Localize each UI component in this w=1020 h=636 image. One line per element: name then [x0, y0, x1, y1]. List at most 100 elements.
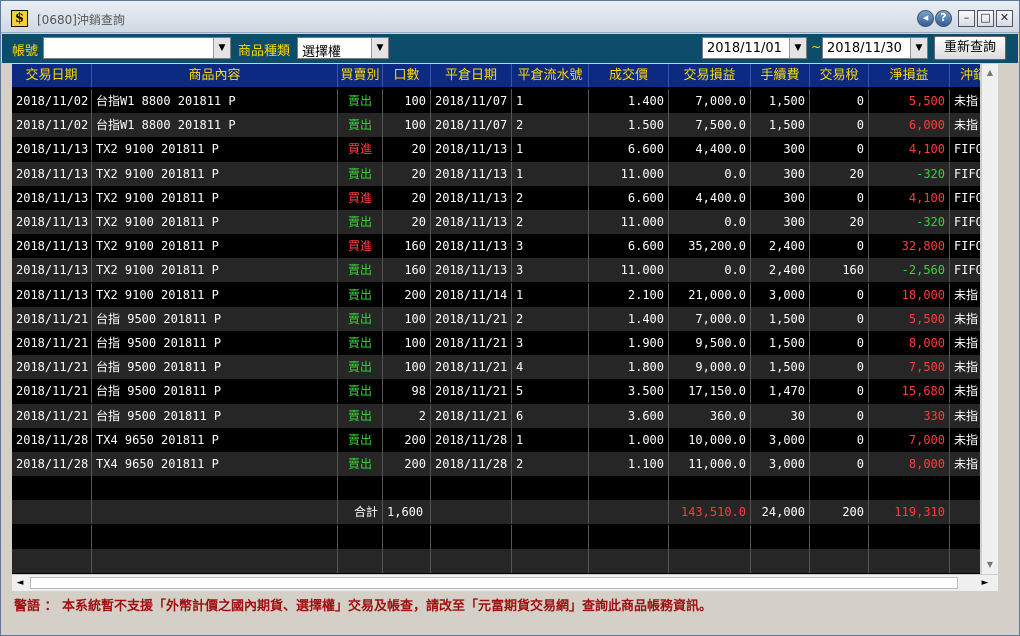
offset-grid: 交易日期商品內容買賣別口數平倉日期平倉流水號成交價交易損益手續費交易稅淨損益沖銷… — [12, 64, 980, 574]
table-row[interactable]: 2018/11/28 TX4 9650 201811 P 賣出 200 2018/11/… — [12, 452, 980, 476]
product-type-select[interactable]: 選擇權 ▼ — [297, 37, 389, 60]
cell-tax — [810, 476, 869, 501]
chevron-down-icon[interactable]: ▼ — [789, 38, 806, 58]
header-trade-date[interactable]: 交易日期 — [12, 64, 92, 87]
table-row[interactable]: 2018/11/13 TX2 9100 201811 P 賣出 160 2018/11/… — [12, 258, 980, 283]
scroll-thumb[interactable] — [30, 577, 958, 589]
cell-fee: 1,500 — [751, 331, 810, 355]
table-row[interactable]: 2018/11/13 TX2 9100 201811 P 賣出 20 2018/11/1… — [12, 210, 980, 234]
scroll-right-icon[interactable]: ► — [977, 575, 993, 591]
help-icon[interactable]: ? — [935, 10, 952, 27]
cell-trade-date — [12, 500, 92, 525]
table-row[interactable]: 2018/11/13 TX2 9100 201811 P 買進 20 2018/11/1… — [12, 137, 980, 162]
cell-close-date — [431, 500, 512, 525]
cell-trade-date: 2018/11/13 — [12, 258, 92, 283]
header-side[interactable]: 買賣別 — [338, 64, 383, 87]
table-row[interactable]: 2018/11/21 台指 9500 201811 P 賣出 98 2018/11/21… — [12, 379, 980, 404]
header-close-date[interactable]: 平倉日期 — [431, 64, 512, 87]
table-row[interactable] — [12, 548, 980, 573]
cell-side: 賣出 — [338, 210, 383, 234]
header-tax[interactable]: 交易稅 — [810, 64, 869, 87]
table-row[interactable]: 2018/11/13 TX2 9100 201811 P 買進 160 2018/11/… — [12, 234, 980, 259]
cell-trade-date: 2018/11/13 — [12, 137, 92, 162]
cell-close-date: 2018/11/07 — [431, 89, 512, 113]
cell-net-pnl: 7,500 — [869, 355, 950, 380]
table-row[interactable]: 2018/11/21 台指 9500 201811 P 賣出 2 2018/11/21 6… — [12, 403, 980, 428]
cell-close-serial: 2 — [512, 113, 589, 138]
horizontal-scrollbar[interactable]: ◄ ► — [12, 574, 998, 591]
filter-toolbar: 帳號 ▼ 商品種類 選擇權 ▼ 2018/11/01 ▼ ~ 2018/11/3… — [2, 34, 1018, 63]
cell-trade-pnl: 360.0 — [669, 403, 751, 428]
header-trade-pnl[interactable]: 交易損益 — [669, 64, 751, 87]
table-row[interactable] — [12, 524, 980, 549]
header-qty[interactable]: 口數 — [383, 64, 431, 87]
cell-price — [589, 548, 669, 573]
dollar-icon: $ — [11, 10, 28, 27]
cell-qty: 100 — [383, 355, 431, 380]
header-close-serial[interactable]: 平倉流水號 — [512, 64, 589, 87]
close-icon[interactable]: ✕ — [996, 10, 1013, 27]
maximize-icon[interactable]: □ — [977, 10, 994, 27]
chevron-down-icon[interactable]: ▼ — [213, 38, 230, 58]
date-from-picker[interactable]: 2018/11/01 ▼ — [702, 37, 807, 59]
cell-offset-type — [950, 476, 980, 500]
table-row[interactable]: 2018/11/13 TX2 9100 201811 P 買進 20 2018/11/1… — [12, 185, 980, 210]
cell-offset-type — [950, 500, 980, 524]
table-row[interactable]: 2018/11/13 TX2 9100 201811 P 賣出 200 2018/11/… — [12, 282, 980, 307]
cell-product: TX2 9100 201811 P — [92, 258, 338, 283]
cell-trade-pnl: 0.0 — [669, 210, 751, 234]
cell-price: 1.000 — [589, 427, 669, 452]
cell-trade-date: 2018/11/02 — [12, 113, 92, 138]
cell-trade-pnl: 4,400.0 — [669, 137, 751, 162]
back-icon[interactable]: ◂ — [917, 10, 934, 27]
scroll-left-icon[interactable]: ◄ — [12, 575, 28, 591]
scroll-up-icon[interactable]: ▲ — [982, 64, 998, 81]
minimize-icon[interactable]: – — [958, 10, 975, 27]
date-to-picker[interactable]: 2018/11/30 ▼ — [822, 37, 928, 59]
table-row[interactable]: 2018/11/21 台指 9500 201811 P 賣出 100 2018/11/2… — [12, 331, 980, 355]
header-offset-type[interactable]: 沖銷類 — [950, 64, 980, 87]
date-to-value: 2018/11/30 — [827, 41, 902, 56]
cell-product: 台指W1 8800 201811 P — [92, 89, 338, 113]
cell-qty: 20 — [383, 161, 431, 186]
cell-product: TX4 9650 201811 P — [92, 427, 338, 452]
cell-tax — [810, 524, 869, 549]
cell-qty — [383, 548, 431, 573]
table-row[interactable]: 合計 1,600 143,510.0 24,000 200 119,310 — [12, 500, 980, 525]
table-row[interactable]: 2018/11/02 台指W1 8800 201811 P 賣出 100 2018/11… — [12, 113, 980, 138]
cell-price: 2.100 — [589, 282, 669, 307]
header-net-pnl[interactable]: 淨損益 — [869, 64, 950, 87]
cell-price: 1.400 — [589, 306, 669, 331]
table-row[interactable]: 2018/11/21 台指 9500 201811 P 賣出 100 2018/11/2… — [12, 355, 980, 380]
table-row[interactable]: 2018/11/28 TX4 9650 201811 P 賣出 200 2018/11/… — [12, 427, 980, 452]
vertical-scrollbar[interactable]: ▲ ▼ — [981, 64, 998, 574]
cell-fee: 300 — [751, 210, 810, 234]
cell-qty: 100 — [383, 113, 431, 138]
chevron-down-icon[interactable]: ▼ — [910, 38, 927, 58]
table-row[interactable]: 2018/11/21 台指 9500 201811 P 賣出 100 2018/11/2… — [12, 306, 980, 331]
cell-fee: 2,400 — [751, 258, 810, 283]
cell-close-date: 2018/11/28 — [431, 427, 512, 452]
requery-button[interactable]: 重新查詢 — [934, 36, 1006, 60]
account-select[interactable]: ▼ — [43, 37, 231, 59]
cell-close-date: 2018/11/13 — [431, 161, 512, 186]
cell-close-serial: 3 — [512, 234, 589, 259]
table-row[interactable]: 2018/11/02 台指W1 8800 201811 P 賣出 100 2018/11… — [12, 89, 980, 113]
cell-fee — [751, 524, 810, 549]
scroll-down-icon[interactable]: ▼ — [982, 556, 998, 573]
cell-qty: 20 — [383, 137, 431, 162]
header-fee[interactable]: 手續費 — [751, 64, 810, 87]
chevron-down-icon[interactable]: ▼ — [371, 38, 388, 58]
header-price[interactable]: 成交價 — [589, 64, 669, 87]
cell-qty: 200 — [383, 427, 431, 452]
table-row[interactable]: 2018/11/13 TX2 9100 201811 P 賣出 20 2018/11/1… — [12, 161, 980, 186]
cell-offset-type: 未指 — [950, 452, 980, 476]
cell-side: 買進 — [338, 185, 383, 210]
cell-tax: 0 — [810, 306, 869, 331]
cell-close-serial: 2 — [512, 452, 589, 476]
cell-trade-date: 2018/11/13 — [12, 234, 92, 259]
header-product[interactable]: 商品內容 — [92, 64, 338, 87]
cell-trade-date — [12, 476, 92, 501]
table-row[interactable] — [12, 476, 980, 501]
cell-offset-type: 未指 — [950, 379, 980, 403]
